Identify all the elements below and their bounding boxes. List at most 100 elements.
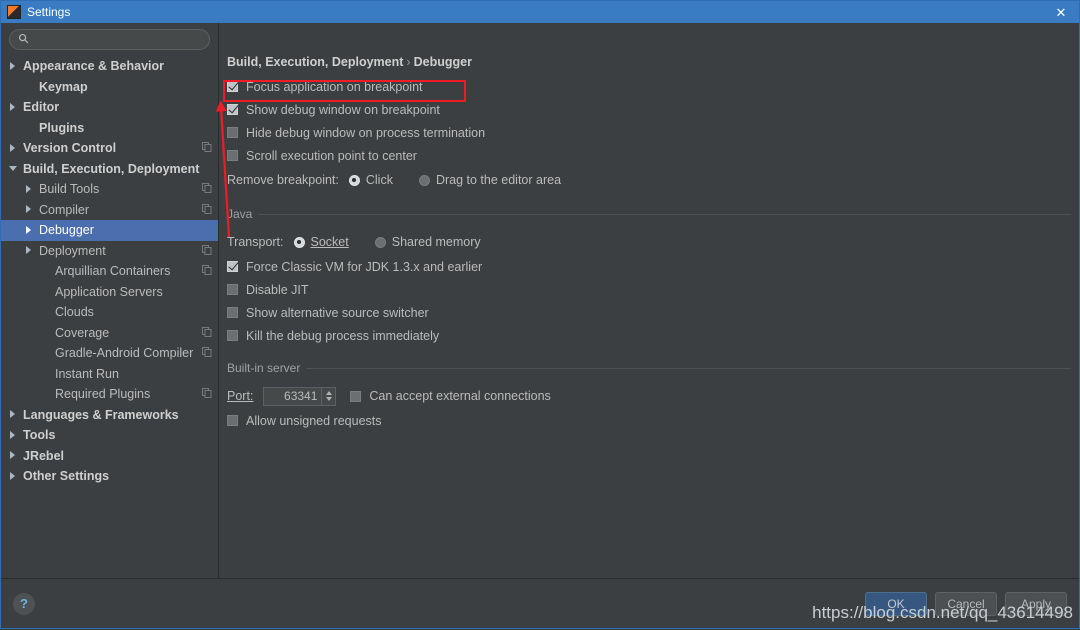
port-stepper[interactable]: 63341 bbox=[263, 386, 337, 406]
checkbox-icon bbox=[227, 415, 238, 426]
remove-breakpoint-option-drag[interactable]: Drag to the editor area bbox=[418, 173, 561, 187]
copy-settings-icon[interactable] bbox=[202, 182, 212, 196]
sidebar-item-languages-frameworks[interactable]: Languages & Frameworks bbox=[1, 405, 218, 426]
dialog-footer: ? OK Cancel Apply bbox=[1, 578, 1079, 628]
sidebar-item-appearance-behavior[interactable]: Appearance & Behavior bbox=[1, 56, 218, 77]
copy-settings-icon[interactable] bbox=[202, 326, 212, 340]
transport-option-socket[interactable]: Socket bbox=[293, 235, 349, 249]
checkbox-icon bbox=[227, 150, 238, 161]
sidebar-item-deployment[interactable]: Deployment bbox=[1, 241, 218, 262]
remove-breakpoint-option-click[interactable]: Click bbox=[348, 173, 393, 187]
sidebar-item-gradle-android-compiler[interactable]: Gradle-Android Compiler bbox=[1, 343, 218, 364]
copy-settings-icon[interactable] bbox=[202, 141, 212, 155]
copy-settings-icon[interactable] bbox=[202, 203, 212, 217]
force-classic-vm-checkbox[interactable]: Force Classic VM for JDK 1.3.x and earli… bbox=[227, 255, 1071, 278]
cancel-button[interactable]: Cancel bbox=[935, 591, 997, 616]
focus-application-on-breakpoint-checkbox[interactable]: Focus application on breakpoint bbox=[227, 75, 1071, 98]
radio-icon bbox=[348, 174, 360, 186]
sidebar-item-required-plugins[interactable]: Required Plugins bbox=[1, 384, 218, 405]
allow-unsigned-requests-checkbox[interactable]: Allow unsigned requests bbox=[227, 409, 1071, 432]
sidebar-item-build-tools[interactable]: Build Tools bbox=[1, 179, 218, 200]
scroll-execution-point-to-center-checkbox[interactable]: Scroll execution point to center bbox=[227, 144, 1071, 167]
section-divider bbox=[306, 367, 1071, 369]
chevron-up-icon[interactable] bbox=[325, 391, 332, 395]
breadcrumb-parent: Build, Execution, Deployment bbox=[227, 55, 404, 69]
general-options-group: Focus application on breakpoint Show debu… bbox=[227, 75, 1071, 167]
remove-breakpoint-label: Remove breakpoint: bbox=[227, 173, 339, 187]
sidebar-item-label: Editor bbox=[23, 100, 60, 115]
option-label: Disable JIT bbox=[246, 282, 309, 297]
debugger-settings-content: Focus application on breakpoint Show debu… bbox=[227, 75, 1071, 432]
search-input[interactable] bbox=[34, 32, 201, 47]
help-icon[interactable]: ? bbox=[13, 592, 35, 615]
sidebar-item-label: JRebel bbox=[23, 448, 64, 463]
option-label: Kill the debug process immediately bbox=[246, 328, 440, 343]
apply-button[interactable]: Apply bbox=[1005, 591, 1067, 616]
close-icon[interactable]: ✕ bbox=[1047, 1, 1075, 23]
chevron-right-icon[interactable] bbox=[25, 225, 34, 235]
sidebar-item-label: Tools bbox=[23, 428, 56, 443]
show-alternative-source-switcher-checkbox[interactable]: Show alternative source switcher bbox=[227, 301, 1071, 324]
sidebar-item-clouds[interactable]: Clouds bbox=[1, 302, 218, 323]
disable-jit-checkbox[interactable]: Disable JIT bbox=[227, 278, 1071, 301]
sidebar-item-label: Deployment bbox=[39, 243, 106, 258]
copy-settings-icon[interactable] bbox=[202, 346, 212, 360]
copy-settings-icon[interactable] bbox=[202, 244, 212, 258]
option-label: Show debug window on breakpoint bbox=[246, 102, 440, 117]
chevron-right-icon[interactable] bbox=[25, 246, 34, 255]
show-debug-window-on-breakpoint-checkbox[interactable]: Show debug window on breakpoint bbox=[227, 98, 1071, 121]
search-box[interactable] bbox=[9, 29, 210, 50]
sidebar-item-label: Instant Run bbox=[55, 366, 119, 381]
chevron-down-icon[interactable] bbox=[9, 164, 18, 173]
option-label: Click bbox=[365, 173, 393, 187]
transport-option-shared-memory[interactable]: Shared memory bbox=[374, 235, 481, 249]
sidebar-item-tools[interactable]: Tools bbox=[1, 425, 218, 446]
port-value[interactable]: 63341 bbox=[264, 388, 321, 405]
transport-label: Transport: bbox=[227, 235, 284, 249]
sidebar-item-other-settings[interactable]: Other Settings bbox=[1, 466, 218, 487]
ok-button[interactable]: OK bbox=[865, 591, 927, 616]
sidebar-item-build-execution-deployment[interactable]: Build, Execution, Deployment bbox=[1, 159, 218, 180]
sidebar-item-jrebel[interactable]: JRebel bbox=[1, 446, 218, 467]
intellij-idea-icon bbox=[7, 5, 21, 19]
copy-settings-icon[interactable] bbox=[202, 264, 212, 278]
chevron-right-icon[interactable] bbox=[9, 143, 18, 153]
radio-icon bbox=[418, 174, 430, 186]
checkbox-icon bbox=[350, 390, 362, 402]
sidebar-item-application-servers[interactable]: Application Servers bbox=[1, 282, 218, 303]
sidebar-item-instant-run[interactable]: Instant Run bbox=[1, 364, 218, 385]
sidebar-item-coverage[interactable]: Coverage bbox=[1, 323, 218, 344]
sidebar-item-plugins[interactable]: Plugins bbox=[1, 118, 218, 139]
chevron-right-icon[interactable] bbox=[9, 430, 18, 440]
chevron-right-icon[interactable] bbox=[9, 102, 18, 112]
chevron-right-icon[interactable] bbox=[25, 205, 34, 214]
sidebar-item-editor[interactable]: Editor bbox=[1, 97, 218, 118]
option-label: Hide debug window on process termination bbox=[246, 125, 486, 140]
kill-debug-process-immediately-checkbox[interactable]: Kill the debug process immediately bbox=[227, 324, 1071, 347]
sidebar-item-debugger[interactable]: Debugger bbox=[1, 220, 218, 241]
section-title: Java bbox=[227, 207, 253, 221]
section-title: Built-in server bbox=[227, 361, 301, 375]
copy-settings-icon[interactable] bbox=[202, 387, 212, 401]
option-label: Allow unsigned requests bbox=[246, 413, 382, 428]
sidebar-item-compiler[interactable]: Compiler bbox=[1, 200, 218, 221]
hide-debug-window-on-process-termination-checkbox[interactable]: Hide debug window on process termination bbox=[227, 121, 1071, 144]
sidebar-item-version-control[interactable]: Version Control bbox=[1, 138, 218, 159]
sidebar-item-label: Build Tools bbox=[39, 182, 100, 197]
chevron-right-icon[interactable] bbox=[9, 61, 18, 71]
chevron-right-icon[interactable] bbox=[9, 451, 18, 460]
sidebar-item-label: Keymap bbox=[39, 79, 88, 94]
settings-main-panel: Build, Execution, Deployment › Debugger Fo… bbox=[219, 23, 1079, 578]
sidebar-item-arquillian-containers[interactable]: Arquillian Containers bbox=[1, 261, 218, 282]
can-accept-external-connections-checkbox[interactable]: Can accept external connections bbox=[350, 389, 551, 403]
chevron-right-icon[interactable] bbox=[9, 471, 18, 481]
option-label: Show alternative source switcher bbox=[246, 305, 429, 320]
sidebar-item-keymap[interactable]: Keymap bbox=[1, 77, 218, 98]
chevron-right-icon[interactable] bbox=[9, 410, 18, 419]
stepper-arrows[interactable] bbox=[321, 387, 335, 405]
sidebar-item-label: Languages & Frameworks bbox=[23, 407, 179, 422]
chevron-right-icon[interactable] bbox=[25, 184, 34, 194]
chevron-down-icon[interactable] bbox=[325, 397, 332, 401]
